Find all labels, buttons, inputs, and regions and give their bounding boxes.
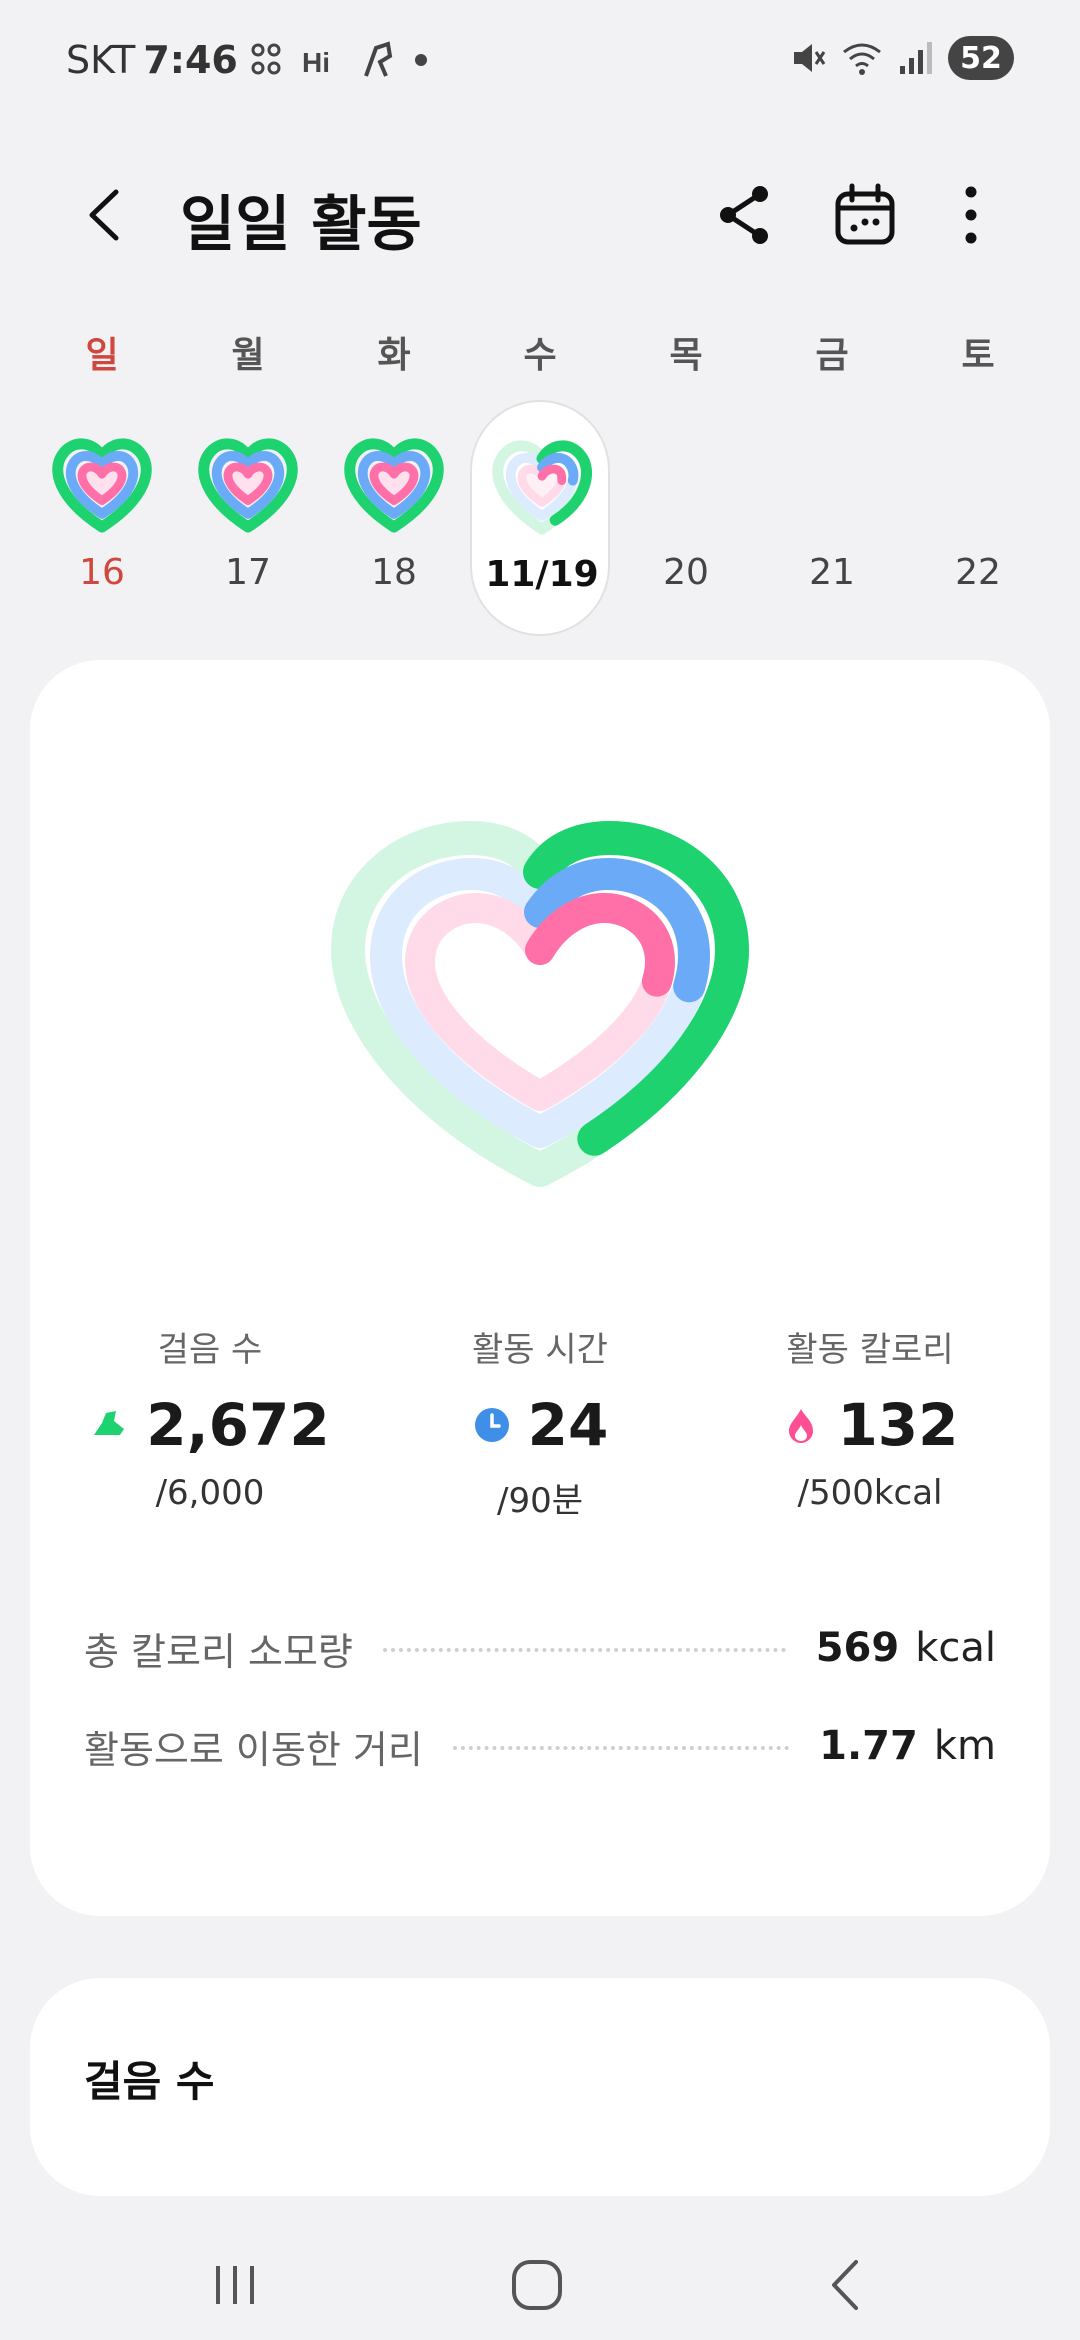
- notification-icons: Hi: [250, 40, 428, 80]
- active-time-value: 24: [527, 1391, 609, 1459]
- stat-label: 총 칼로리 소모량: [84, 1629, 353, 1674]
- home-button[interactable]: [492, 2240, 582, 2330]
- game-icon: [251, 43, 281, 75]
- walking-icon: [364, 41, 393, 77]
- weekday-label: 월: [231, 335, 265, 376]
- carrier-label: SKT: [66, 38, 136, 82]
- page-title: 일일 활동: [180, 190, 422, 260]
- activity-heart-rings: [331, 820, 750, 1187]
- flame-icon: [789, 1409, 814, 1443]
- steps-metric[interactable]: 걸음 수 2,672 /6,000: [50, 1322, 370, 1513]
- status-carrier-time: SKT 7:46: [66, 38, 238, 82]
- steps-label: 걸음 수: [157, 1330, 263, 1370]
- day-date: 20: [663, 552, 709, 593]
- navigation-bar: [0, 2220, 1080, 2340]
- clock-icon: [474, 1408, 509, 1442]
- stat-label: 활동으로 이동한 거리: [84, 1727, 423, 1772]
- steps-card[interactable]: 걸음 수: [30, 1978, 1050, 2196]
- heart-ring-icon: [198, 438, 298, 533]
- weekday-label: 토: [961, 335, 995, 376]
- weekday-label: 금: [815, 335, 849, 376]
- system-icons: 52: [790, 36, 1014, 80]
- wifi-icon: [843, 43, 881, 75]
- hi-icon: Hi: [302, 47, 330, 78]
- day-cell-21[interactable]: 21: [762, 400, 902, 636]
- calendar-icon[interactable]: [830, 180, 900, 250]
- day-date: 16: [79, 552, 125, 593]
- steps-card-title: 걸음 수: [84, 2057, 215, 2106]
- heart-ring-icon: [492, 440, 593, 535]
- stat-value: 1.77: [819, 1723, 918, 1769]
- day-cell-16[interactable]: 16: [32, 400, 172, 636]
- share-icon[interactable]: [710, 180, 780, 250]
- weekday-label: 수: [523, 335, 557, 376]
- steps-goal: /6,000: [155, 1473, 265, 1513]
- day-cell-20[interactable]: 20: [616, 400, 756, 636]
- dotted-leader: [452, 1746, 790, 1750]
- back-button[interactable]: [72, 180, 142, 250]
- day-date: 11/19: [485, 554, 599, 595]
- active-time-goal: /90분: [497, 1481, 583, 1521]
- day-cell-18[interactable]: 18: [324, 400, 464, 636]
- svg-text:Hi: Hi: [302, 47, 330, 78]
- active-time-metric[interactable]: 활동 시간 24 /90분: [380, 1322, 700, 1522]
- distance-row: 활동으로 이동한 거리 1.77 km: [84, 1716, 996, 1776]
- stat-unit: kcal: [915, 1625, 996, 1671]
- day-date: 17: [225, 552, 271, 593]
- clock: 7:46: [143, 38, 238, 82]
- weekday-label: 일: [85, 335, 119, 376]
- day-date: 18: [371, 552, 417, 593]
- total-calories-row: 총 칼로리 소모량 569 kcal: [84, 1618, 996, 1678]
- app-header: 일일 활동: [0, 160, 1080, 270]
- weekday-label: 목: [669, 335, 703, 376]
- heart-ring-icon: [52, 438, 152, 533]
- heart-ring-icon: [344, 438, 444, 533]
- active-calories-value: 132: [837, 1391, 959, 1459]
- back-nav-button[interactable]: [800, 2240, 890, 2330]
- mute-icon: [794, 44, 826, 72]
- day-cell-22[interactable]: 22: [908, 400, 1048, 636]
- battery-indicator: 52: [948, 36, 1014, 80]
- dot-icon: [415, 54, 427, 66]
- activity-summary-card: 걸음 수 2,672 /6,000 활동 시간 24 /90분 활동 칼로리 1…: [30, 660, 1050, 1916]
- status-bar: SKT 7:46 Hi 52: [0, 0, 1080, 120]
- weekday-label: 화: [377, 335, 411, 376]
- day-cell-selected[interactable]: 11/19: [470, 400, 610, 636]
- more-icon[interactable]: [936, 180, 1006, 250]
- day-cell-17[interactable]: 17: [178, 400, 318, 636]
- signal-icon: [900, 42, 932, 74]
- shoe-icon: [94, 1411, 125, 1435]
- day-date: 21: [809, 552, 855, 593]
- stat-value: 569: [815, 1625, 900, 1671]
- active-calories-goal: /500kcal: [797, 1473, 943, 1513]
- active-calories-metric[interactable]: 활동 칼로리 132 /500kcal: [710, 1322, 1030, 1513]
- week-day-labels: 일 월 화 수 목 금 토: [0, 326, 1080, 386]
- day-date: 22: [955, 552, 1001, 593]
- active-calories-label: 활동 칼로리: [786, 1330, 954, 1370]
- dotted-leader: [382, 1648, 786, 1652]
- stat-unit: km: [933, 1723, 996, 1769]
- recent-apps-button[interactable]: [190, 2240, 280, 2330]
- active-time-label: 활동 시간: [472, 1330, 608, 1370]
- steps-value: 2,672: [146, 1391, 330, 1459]
